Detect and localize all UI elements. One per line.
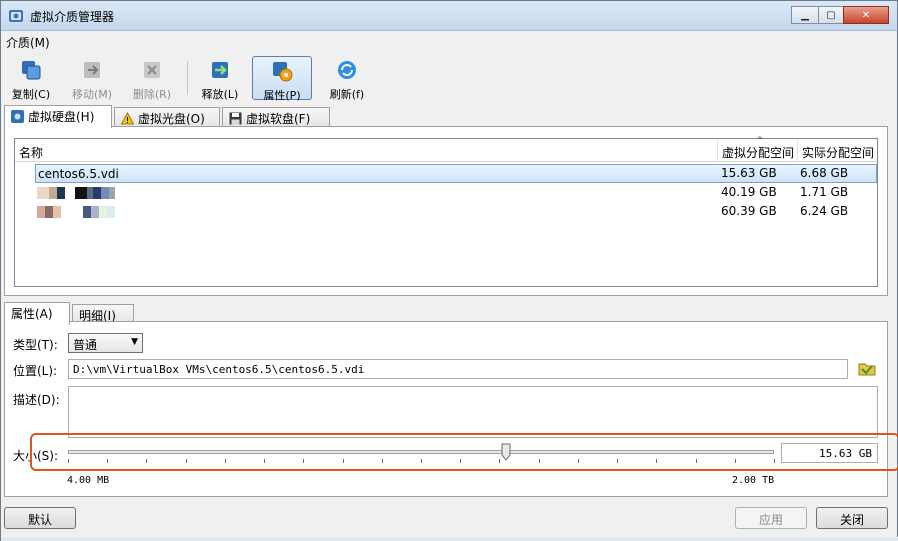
slider-tick [264,459,265,463]
move-button[interactable]: 移动(M) [67,56,117,101]
slider-tick [225,459,226,463]
slider-tick [186,459,187,463]
warning-icon [121,112,134,125]
copy-button[interactable]: 复制(C) [7,56,55,101]
slider-tick [656,459,657,463]
slider-tick [382,459,383,463]
location-label: 位置(L): [13,364,58,378]
column-header-actual-size[interactable]: 实际分配空间 [798,139,877,162]
size-min-label: 4.00 MB [67,475,110,486]
tab-floppy-disk[interactable]: 虚拟软盘(F) [222,107,330,127]
release-icon [212,62,228,78]
tab-properties[interactable]: 属性(A) [4,302,70,325]
menu-media[interactable]: 介质(M) [6,34,50,51]
properties-panel: 类型(T): 普通 ▼ 位置(L): D:\vm\VirtualBox VMs\… [4,321,888,497]
row-virtual-size: 15.63 GB [721,166,777,180]
description-field[interactable] [68,386,878,438]
copy-icon [22,61,41,80]
refresh-icon [338,61,356,79]
row-actual-size: 6.68 GB [800,166,849,180]
reset-button[interactable]: 默认 [4,507,76,529]
slider-tick [539,459,540,463]
delete-icon [144,62,160,78]
tab-hard-disk[interactable]: 虚拟硬盘(H) [4,105,112,128]
window-title: 虚拟介质管理器 [30,10,115,24]
slider-tick [578,459,579,463]
size-slider-thumb[interactable] [501,443,511,461]
sort-up-icon: ^ [756,136,764,146]
toolbar-separator [187,61,188,95]
slider-tick [499,459,500,463]
table-header: 名称 ^ 虚拟分配空间 实际分配空间 [15,136,877,162]
size-label: 大小(S): [13,449,59,463]
size-slider-track[interactable] [68,450,774,454]
delete-button[interactable]: 删除(R) [127,56,177,101]
table-row[interactable]: 40.19 GB 1.71 GB [15,183,877,202]
slider-tick [68,459,69,463]
media-manager-window: 虚拟介质管理器 ▁ ▢ ✕ 介质(M) 复制(C) 移动(M) 删除(R) 释放… [0,0,898,541]
refresh-button[interactable]: 刷新(f) [321,56,373,101]
type-select[interactable]: 普通 ▼ [68,333,143,353]
apply-button[interactable]: 应用 [735,507,807,529]
row-actual-size: 1.71 GB [800,185,849,199]
media-table: 名称 ^ 虚拟分配空间 实际分配空间 centos6.5.vdi 15.63 GB… [14,136,878,287]
minimize-button[interactable]: ▁ [791,6,819,24]
toolbar: 复制(C) 移动(M) 删除(R) 释放(L) 属性(P) 刷新(f) [1,53,897,102]
table-row[interactable]: centos6.5.vdi 15.63 GB 6.68 GB [15,164,877,183]
size-max-label: 2.00 TB [732,475,775,486]
row-virtual-size: 60.39 GB [721,204,777,218]
move-icon [84,62,100,78]
app-icon [9,10,23,22]
close-window-button[interactable]: ✕ [843,6,889,24]
slider-tick [107,459,108,463]
tab-optical-disk[interactable]: 虚拟光盘(O) [114,107,220,127]
media-list-panel: 名称 ^ 虚拟分配空间 实际分配空间 centos6.5.vdi 15.63 GB… [4,126,888,296]
slider-tick [696,459,697,463]
type-label: 类型(T): [13,338,58,352]
hard-disk-icon [11,110,24,123]
menu-bar: 介质(M) [1,32,897,52]
slider-tick [617,459,618,463]
location-field[interactable]: D:\vm\VirtualBox VMs\centos6.5\centos6.5… [68,359,848,379]
column-header-virtual-size[interactable]: ^ 虚拟分配空间 [718,136,798,162]
slider-tick [146,459,147,463]
release-button[interactable]: 释放(L) [195,56,245,101]
slider-tick [303,459,304,463]
properties-icon [273,62,293,82]
row-actual-size: 6.24 GB [800,204,849,218]
table-row[interactable]: 60.39 GB 6.24 GB [15,202,877,221]
taskbar-edge [1,537,898,541]
slider-tick [735,459,736,463]
column-header-name[interactable]: 名称 [15,139,718,162]
row-virtual-size: 40.19 GB [721,185,777,199]
slider-tick [460,459,461,463]
properties-button[interactable]: 属性(P) [252,56,312,102]
maximize-button[interactable]: ▢ [818,6,844,24]
title-bar: 虚拟介质管理器 ▁ ▢ ✕ [1,1,897,31]
size-field[interactable]: 15.63 GB [781,443,878,463]
slider-tick [774,459,775,463]
description-label: 描述(D): [13,393,60,407]
folder-icon[interactable] [856,359,878,379]
close-button[interactable]: 关闭 [816,507,888,529]
chevron-down-icon: ▼ [131,337,138,347]
floppy-icon [229,112,242,125]
slider-tick [343,459,344,463]
slider-tick [421,459,422,463]
